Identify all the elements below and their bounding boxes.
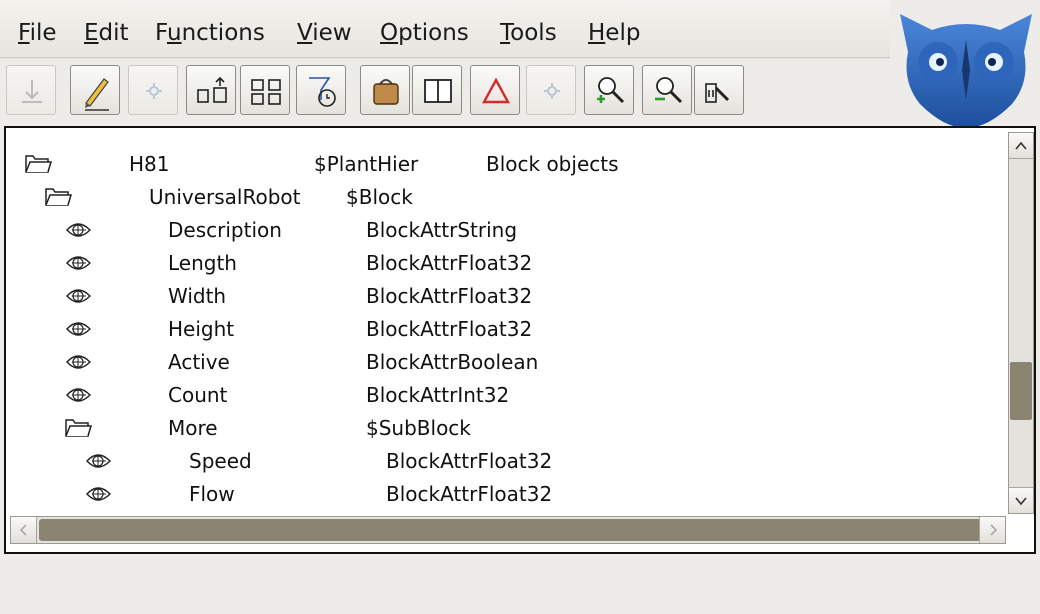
- leaf-icon[interactable]: [64, 317, 92, 341]
- gear-small-icon: [146, 83, 162, 99]
- zoom-out-icon: [655, 77, 683, 104]
- tree-item-class: $PlantHier: [314, 152, 419, 176]
- toolbar-button-zoom-reset[interactable]: [694, 65, 744, 115]
- leaf-icon[interactable]: [64, 383, 92, 407]
- tree-item-name: H81: [129, 152, 170, 176]
- horizontal-scroll-thumb[interactable]: [39, 519, 981, 541]
- filter-time-icon: [309, 77, 336, 107]
- folder-open-icon[interactable]: [24, 152, 52, 176]
- tree-item-name: Height: [168, 317, 235, 341]
- tree-item-name: Description: [168, 218, 282, 242]
- tree-item-class: BlockAttrFloat32: [366, 284, 533, 308]
- scroll-up-button[interactable]: [1009, 133, 1033, 159]
- tree-row-flow[interactable]: Flow BlockAttrFloat32: [6, 478, 1006, 511]
- owl-logo: [900, 14, 1032, 128]
- tree-item-class: BlockAttrString: [366, 218, 518, 242]
- tree-item-name: Active: [168, 350, 230, 374]
- object-tree[interactable]: H81 $PlantHier Block objects UniversalRobot…: [6, 128, 1006, 512]
- tree-item-description: Block objects: [486, 152, 619, 176]
- toolbar-button-pencil[interactable]: [70, 65, 120, 115]
- toolbar-button-block-tree[interactable]: [240, 65, 290, 115]
- chevron-down-icon: [1015, 497, 1027, 506]
- tree-item-name: UniversalRobot: [149, 185, 301, 209]
- object-tree-panel: H81 $PlantHier Block objects UniversalRobot…: [4, 126, 1036, 554]
- leaf-icon[interactable]: [64, 218, 92, 242]
- download-icon: [22, 80, 42, 103]
- toolbar-button-hierarchy-up[interactable]: [186, 65, 236, 115]
- menu-view[interactable]: View: [297, 18, 352, 48]
- chevron-right-icon: [990, 524, 998, 536]
- leaf-icon[interactable]: [64, 284, 92, 308]
- menu-tools[interactable]: Tools: [500, 18, 557, 48]
- tree-item-name: Length: [168, 251, 237, 275]
- toolbar-button-split-view[interactable]: [412, 65, 462, 115]
- tree-row-description[interactable]: Description BlockAttrString: [6, 214, 1006, 247]
- tree-item-class: $SubBlock: [366, 416, 471, 440]
- tree-row-speed[interactable]: Speed BlockAttrFloat32: [6, 445, 1006, 478]
- chevron-left-icon: [19, 524, 27, 536]
- vertical-scrollbar[interactable]: [1008, 132, 1034, 514]
- tree-row-length[interactable]: Length BlockAttrFloat32: [6, 247, 1006, 280]
- scroll-left-button[interactable]: [11, 517, 37, 543]
- toolbar-button-gear-small[interactable]: [128, 65, 178, 115]
- tree-item-name: Count: [168, 383, 228, 407]
- tree-row-more[interactable]: More $SubBlock: [6, 412, 1006, 445]
- scroll-right-button[interactable]: [979, 517, 1005, 543]
- toolbar-button-download[interactable]: [6, 65, 56, 115]
- leaf-icon[interactable]: [64, 350, 92, 374]
- toolbar-button-gear-small[interactable]: [526, 65, 576, 115]
- hierarchy-up-icon: [197, 76, 227, 103]
- tree-item-name: Width: [168, 284, 227, 308]
- tree-item-class: BlockAttrFloat32: [386, 449, 553, 473]
- tree-item-name: Flow: [189, 482, 235, 506]
- toolbar-button-filter-time[interactable]: [296, 65, 346, 115]
- pencil-icon: [85, 78, 109, 111]
- scroll-down-button[interactable]: [1009, 487, 1033, 513]
- tree-item-class: BlockAttrFloat32: [366, 317, 533, 341]
- tree-item-class: BlockAttrFloat32: [386, 482, 553, 506]
- toolbar-button-bag[interactable]: [360, 65, 410, 115]
- toolbar-button-zoom-out[interactable]: [642, 65, 692, 115]
- tree-item-class: BlockAttrFloat32: [366, 251, 533, 275]
- tree-row-width[interactable]: Width BlockAttrFloat32: [6, 280, 1006, 313]
- folder-open-icon[interactable]: [64, 416, 92, 440]
- tree-row-active[interactable]: Active BlockAttrBoolean: [6, 346, 1006, 379]
- zoom-in-icon: [597, 77, 625, 104]
- zoom-reset-icon: [705, 83, 730, 103]
- gear-small-icon: [544, 83, 560, 99]
- menubar-divider: [0, 57, 890, 58]
- split-view-icon: [424, 79, 452, 103]
- tree-item-name: More: [168, 416, 218, 440]
- status-bar: [0, 556, 1040, 614]
- block-tree-icon: [251, 79, 281, 105]
- toolbar: [0, 59, 890, 124]
- menu-options[interactable]: Options: [380, 18, 469, 48]
- leaf-icon[interactable]: [84, 482, 112, 506]
- chevron-up-icon: [1015, 141, 1027, 150]
- toolbar-button-zoom-in[interactable]: [584, 65, 634, 115]
- tree-row-count[interactable]: Count BlockAttrInt32: [6, 379, 1006, 412]
- horizontal-scrollbar[interactable]: [10, 516, 1006, 544]
- tree-item-class: BlockAttrInt32: [366, 383, 510, 407]
- triangle-warning-icon: [481, 77, 511, 104]
- tree-row-universalrobot[interactable]: UniversalRobot $Block: [6, 181, 1006, 214]
- tree-item-class: $Block: [346, 185, 413, 209]
- menu-file[interactable]: File: [18, 18, 57, 48]
- toolbar-button-triangle-warning[interactable]: [470, 65, 520, 115]
- vertical-scroll-thumb[interactable]: [1010, 361, 1032, 420]
- leaf-icon[interactable]: [84, 449, 112, 473]
- menu-functions[interactable]: Functions: [155, 18, 265, 48]
- leaf-icon[interactable]: [64, 251, 92, 275]
- tree-item-class: BlockAttrBoolean: [366, 350, 539, 374]
- menu-edit[interactable]: Edit: [84, 18, 129, 48]
- tree-row-h81[interactable]: H81 $PlantHier Block objects: [6, 148, 1006, 181]
- tree-item-name: Speed: [189, 449, 252, 473]
- menubar: File Edit Functions View Options Tools Help: [0, 0, 890, 60]
- tree-row-height[interactable]: Height BlockAttrFloat32: [6, 313, 1006, 346]
- folder-open-icon[interactable]: [44, 185, 72, 209]
- bag-icon: [373, 79, 399, 105]
- menu-help[interactable]: Help: [588, 18, 640, 48]
